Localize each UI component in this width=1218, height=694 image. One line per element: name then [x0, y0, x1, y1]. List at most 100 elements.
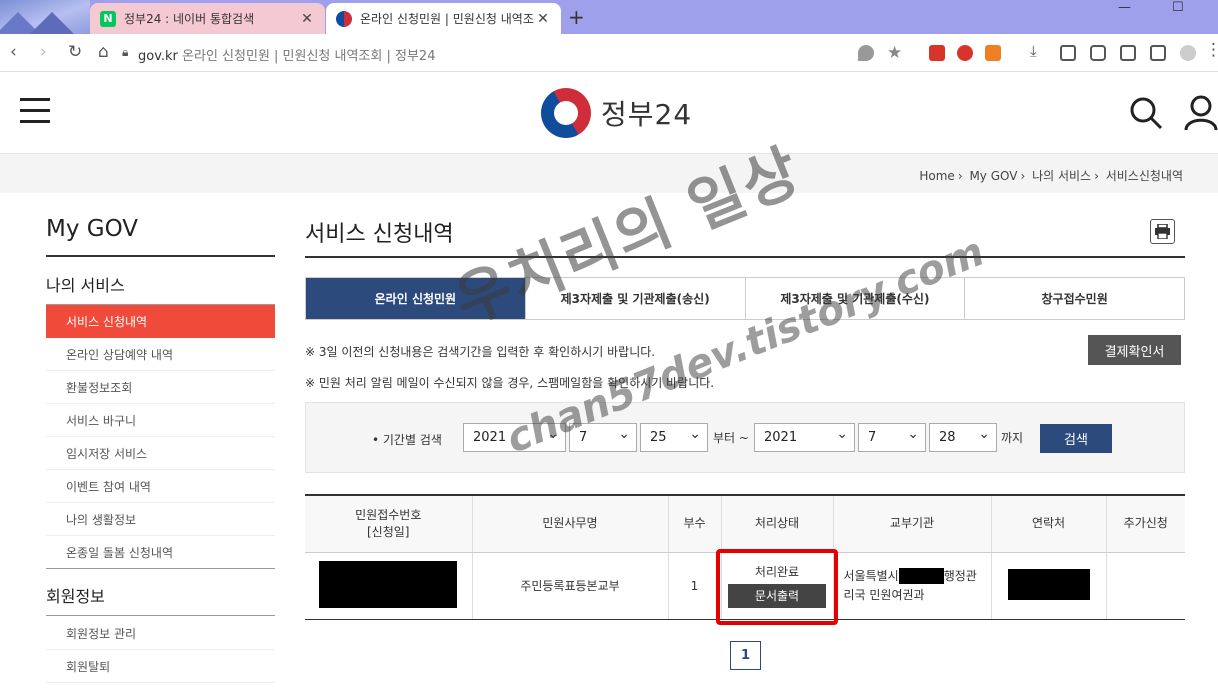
sidebar-item-withdraw[interactable]: 회원탈퇴 [46, 650, 275, 683]
tab-counter[interactable]: 창구접수민원 [965, 278, 1184, 319]
shield-icon[interactable] [858, 45, 874, 61]
browser-tabstrip: N 정부24 : 네이버 통합검색 ✕ 온라인 신청민원 | 민원신청 내역조 … [0, 0, 1218, 34]
result-tabs: 온라인 신청민원 제3자제출 및 기관제출(송신) 제3자제출 및 기관제출(수… [305, 277, 1185, 320]
lock-icon[interactable]: 🔒︎ [122, 45, 128, 60]
sidebar-item-consult-reservation[interactable]: 온라인 상담예약 내역 [46, 338, 275, 371]
tabstrip-artwork [0, 0, 90, 34]
url-page-title: 온라인 신청민원 | 민원신청 내역조회 | 정부24 [182, 49, 436, 64]
col-additional: 추가신청 [1106, 494, 1185, 553]
minimize-icon[interactable]: — [1118, 0, 1131, 15]
hamburger-menu-icon[interactable] [20, 98, 50, 131]
maximize-icon[interactable]: ☐ [1172, 0, 1184, 15]
star-icon[interactable]: ★ [887, 43, 902, 63]
sidebar-item-refund[interactable]: 환불정보조회 [46, 371, 275, 404]
copies-cell: 1 [668, 552, 722, 620]
redacted-block [319, 560, 458, 608]
video-icon[interactable] [1060, 45, 1076, 61]
divider [46, 615, 275, 616]
camera-icon[interactable] [1090, 45, 1106, 61]
service-name-cell: 주민등록표등본교부 [472, 552, 669, 620]
breadcrumb: Home › My GOV › 나의 서비스 › 서비스신청내역 [919, 169, 1183, 183]
agency-text: 행정관 [943, 568, 977, 583]
reload-icon[interactable]: ↻ [68, 42, 82, 62]
search-button[interactable]: 검색 [1040, 424, 1112, 453]
search-label: • 기간별 검색 [372, 433, 442, 447]
profile-icon[interactable] [1180, 45, 1196, 61]
address-bar: ‹ › ↻ ⌂ 🔒︎ gov.kr 온라인 신청민원 | 민원신청 내역조회 |… [0, 34, 1218, 72]
browser-tab-naver[interactable]: N 정부24 : 네이버 통합검색 ✕ [90, 3, 325, 34]
back-icon[interactable]: ‹ [10, 42, 17, 62]
gov24-logo[interactable]: 정부24 [541, 88, 692, 138]
extension-red-icon[interactable] [929, 45, 945, 61]
sidebar-item-service-history[interactable]: 서비스 신청내역 [46, 305, 275, 338]
header-label: [신청일] [367, 524, 410, 539]
new-tab-icon[interactable]: + [568, 5, 585, 29]
agency-text: 리국 민원여권과 [843, 587, 925, 602]
tab-title: 정부24 : 네이버 통합검색 [124, 12, 255, 26]
to-text: 까지 [1001, 431, 1024, 445]
url-domain: gov.kr [138, 49, 178, 64]
reader-icon[interactable] [1120, 45, 1136, 61]
sidebar-icon[interactable] [1150, 45, 1166, 61]
payment-receipt-button[interactable]: 결제확인서 [1088, 335, 1181, 365]
close-tab-icon[interactable]: ✕ [535, 11, 551, 27]
close-tab-icon[interactable]: ✕ [299, 11, 315, 27]
sidebar-item-member-manage[interactable]: 회원정보 관리 [46, 617, 275, 650]
sidebar-item-care[interactable]: 온종일 돌봄 신청내역 [46, 536, 275, 569]
col-status: 처리상태 [721, 494, 834, 553]
sidebar-title: My GOV [46, 216, 139, 242]
download-icon[interactable]: ⤓ [1030, 42, 1037, 60]
user-icon[interactable] [1184, 95, 1218, 131]
print-button[interactable] [1150, 219, 1175, 244]
naver-favicon-icon: N [100, 10, 116, 27]
to-year-select[interactable]: 2021 [754, 423, 855, 452]
breadcrumb-current[interactable]: 서비스신청내역 [1106, 169, 1183, 183]
col-receipt-no: 민원접수번호 [신청일] [305, 494, 473, 553]
breadcrumb-my-service[interactable]: 나의 서비스 [1032, 169, 1091, 183]
notice-text: ※ 3일 이전의 신청내용은 검색기간을 입력한 후 확인하시기 바랍니다. [305, 345, 656, 359]
divider [305, 256, 1185, 258]
breadcrumb-home[interactable]: Home [919, 169, 954, 183]
contact-cell [991, 552, 1107, 620]
col-contact: 연락처 [991, 494, 1107, 553]
home-icon[interactable]: ⌂ [98, 42, 109, 62]
forward-icon[interactable]: › [40, 42, 47, 62]
browser-tab-gov24[interactable]: 온라인 신청민원 | 민원신청 내역조 ✕ [326, 3, 561, 34]
agency-text: 서울특별시 [843, 568, 899, 583]
menu-icon[interactable]: ⋮ [1205, 40, 1218, 60]
url-field[interactable]: gov.kr 온라인 신청민원 | 민원신청 내역조회 | 정부24 [138, 45, 435, 64]
breadcrumb-mygov[interactable]: My GOV [969, 169, 1017, 183]
search-icon[interactable] [1128, 95, 1164, 131]
to-day-select[interactable]: 28 [929, 423, 997, 452]
divider [46, 568, 275, 569]
sidebar-item-event[interactable]: 이벤트 참여 내역 [46, 470, 275, 503]
redacted-block [898, 568, 944, 584]
taegeuk-logo-icon [541, 88, 591, 138]
sidebar-item-life-info[interactable]: 나의 생활정보 [46, 503, 275, 536]
gov24-favicon-icon [336, 10, 352, 27]
breadcrumb-bar: Home › My GOV › 나의 서비스 › 서비스신청내역 [0, 153, 1218, 193]
logo-text: 정부24 [601, 98, 693, 131]
record-icon[interactable] [957, 45, 973, 61]
header-label: 민원접수번호 [355, 507, 422, 522]
table-header-row: 민원접수번호 [신청일] 민원사무명 부수 처리상태 교부기관 연락처 추가신청 [305, 494, 1185, 553]
receipt-no-cell [305, 552, 473, 620]
sidebar-section-member: 회원정보 [46, 587, 105, 606]
additional-cell [1106, 552, 1185, 620]
col-copies: 부수 [668, 494, 722, 553]
divider [46, 255, 275, 257]
sidebar-section-my-service: 나의 서비스 [46, 276, 125, 295]
highlight-annotation-box [716, 549, 838, 625]
sidebar-item-basket[interactable]: 서비스 바구니 [46, 404, 275, 437]
extension-orange-icon[interactable] [985, 45, 1001, 61]
sidebar-item-temp-save[interactable]: 임시저장 서비스 [46, 437, 275, 470]
printer-icon [1155, 224, 1170, 239]
from-text: 부터 ~ [713, 431, 749, 445]
from-day-select[interactable]: 25 [640, 423, 708, 452]
pagination-page[interactable]: 1 [730, 641, 761, 670]
redacted-block [1007, 568, 1090, 600]
col-service-name: 민원사무명 [472, 494, 669, 553]
agency-cell: 서울특별시 행정관 리국 민원여권과 [833, 552, 992, 620]
to-month-select[interactable]: 7 [858, 423, 926, 452]
col-agency: 교부기관 [833, 494, 992, 553]
